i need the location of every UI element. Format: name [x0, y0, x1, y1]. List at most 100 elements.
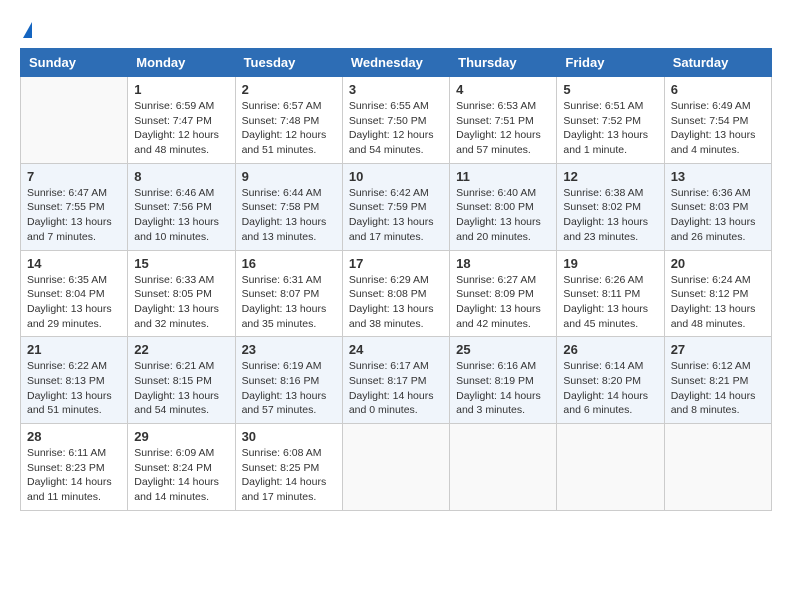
daylight: Daylight: 13 hours and 54 minutes.: [134, 390, 219, 417]
sunrise: Sunrise: 6:29 AM: [349, 274, 429, 286]
day-number: 17: [349, 256, 443, 271]
sunrise: Sunrise: 6:08 AM: [242, 447, 322, 459]
sunset: Sunset: 8:09 PM: [456, 288, 534, 300]
daylight: Daylight: 14 hours and 11 minutes.: [27, 476, 112, 503]
day-number: 13: [671, 169, 765, 184]
sunrise: Sunrise: 6:24 AM: [671, 274, 751, 286]
day-info: Sunrise: 6:31 AM Sunset: 8:07 PM Daylight:…: [242, 273, 336, 332]
daylight: Daylight: 13 hours and 17 minutes.: [349, 216, 434, 243]
sunrise: Sunrise: 6:55 AM: [349, 100, 429, 112]
day-info: Sunrise: 6:40 AMSunset: 8:00 PMDaylight:…: [456, 186, 550, 245]
sunrise: Sunrise: 6:59 AM: [134, 100, 214, 112]
daylight: Daylight: 13 hours and 13 minutes.: [242, 216, 327, 243]
sunset: Sunset: 7:56 PM: [134, 201, 212, 213]
daylight: Daylight: 13 hours and 23 minutes.: [563, 216, 648, 243]
sunrise: Sunrise: 6:14 AM: [563, 360, 643, 372]
calendar-cell: [342, 424, 449, 511]
calendar-cell: 5Sunrise: 6:51 AMSunset: 7:52 PMDaylight…: [557, 77, 664, 164]
sunrise: Sunrise: 6:53 AM: [456, 100, 536, 112]
daylight: Daylight: 13 hours and 29 minutes.: [27, 303, 112, 330]
day-info: Sunrise: 6:35 AMSunset: 8:04 PMDaylight:…: [27, 273, 121, 332]
day-info: Sunrise: 6:42 AMSunset: 7:59 PMDaylight:…: [349, 186, 443, 245]
sunset: Sunset: 8:00 PM: [456, 201, 534, 213]
day-info: Sunrise: 6:49 AMSunset: 7:54 PMDaylight:…: [671, 99, 765, 158]
sunrise: Sunrise: 6:51 AM: [563, 100, 643, 112]
calendar-header-tuesday: Tuesday: [235, 49, 342, 77]
day-info: Sunrise: 6:27 AMSunset: 8:09 PMDaylight:…: [456, 273, 550, 332]
calendar-cell: 6 Sunrise: 6:49 AMSunset: 7:54 PMDaylight…: [664, 77, 771, 164]
day-info: Sunrise: 6:21 AMSunset: 8:15 PMDaylight:…: [134, 359, 228, 418]
sunset: Sunset: 7:58 PM: [242, 201, 320, 213]
daylight: Daylight: 14 hours and 14 minutes.: [134, 476, 219, 503]
calendar-cell: 24 Sunrise: 6:17 AM Sunset: 8:17 PM Dayligh…: [342, 337, 449, 424]
daylight: Daylight: 14 hours and 0 minutes.: [349, 390, 434, 417]
sunrise: Sunrise: 6:17 AM: [349, 360, 429, 372]
sunset: Sunset: 8:03 PM: [671, 201, 749, 213]
sunrise: Sunrise: 6:16 AM: [456, 360, 536, 372]
day-info: Sunrise: 6:59 AMSunset: 7:47 PMDaylight:…: [134, 99, 228, 158]
day-number: 25: [456, 342, 550, 357]
day-info: Sunrise: 6:14 AMSunset: 8:20 PMDaylight:…: [563, 359, 657, 418]
daylight: Daylight: 12 hours and 48 minutes.: [134, 129, 219, 156]
calendar-cell: 30Sunrise: 6:08 AMSunset: 8:25 PMDayligh…: [235, 424, 342, 511]
day-number: 27: [671, 342, 765, 357]
day-info: Sunrise: 6:26 AMSunset: 8:11 PMDaylight:…: [563, 273, 657, 332]
calendar-cell: [664, 424, 771, 511]
sunset: Sunset: 8:16 PM: [242, 375, 320, 387]
calendar-cell: 12Sunrise: 6:38 AMSunset: 8:02 PMDayligh…: [557, 163, 664, 250]
calendar-week-row: 1Sunrise: 6:59 AMSunset: 7:47 PMDaylight…: [21, 77, 772, 164]
day-number: 18: [456, 256, 550, 271]
daylight: Daylight: 13 hours and 1 minute.: [563, 129, 648, 156]
sunset: Sunset: 8:24 PM: [134, 462, 212, 474]
calendar-cell: 1Sunrise: 6:59 AMSunset: 7:47 PMDaylight…: [128, 77, 235, 164]
day-number: 23: [242, 342, 336, 357]
sunrise: Sunrise: 6:31 AM: [242, 274, 322, 286]
calendar-cell: 8Sunrise: 6:46 AMSunset: 7:56 PMDaylight…: [128, 163, 235, 250]
sunrise: Sunrise: 6:57 AM: [242, 100, 322, 112]
day-number: 26: [563, 342, 657, 357]
day-number: 9: [242, 169, 336, 184]
calendar-cell: 29Sunrise: 6:09 AMSunset: 8:24 PMDayligh…: [128, 424, 235, 511]
sunset: Sunset: 8:07 PM: [242, 288, 320, 300]
daylight: Daylight: 13 hours and 38 minutes.: [349, 303, 434, 330]
day-number: 3: [349, 82, 443, 97]
calendar-header-friday: Friday: [557, 49, 664, 77]
calendar-cell: 11Sunrise: 6:40 AMSunset: 8:00 PMDayligh…: [450, 163, 557, 250]
daylight: Daylight: 14 hours and 8 minutes.: [671, 390, 756, 417]
calendar-cell: 14Sunrise: 6:35 AMSunset: 8:04 PMDayligh…: [21, 250, 128, 337]
calendar-cell: 17Sunrise: 6:29 AMSunset: 8:08 PMDayligh…: [342, 250, 449, 337]
day-number: 10: [349, 169, 443, 184]
day-number: 29: [134, 429, 228, 444]
calendar-cell: 26 Sunrise: 6:14 AMSunset: 8:20 PMDayligh…: [557, 337, 664, 424]
day-info: Sunrise: 6:16 AMSunset: 8:19 PMDaylight:…: [456, 359, 550, 418]
sunset: Sunset: 8:23 PM: [27, 462, 105, 474]
day-number: 6: [671, 82, 765, 97]
sunset: Sunset: 7:54 PM: [671, 115, 749, 127]
calendar-cell: 13Sunrise: 6:36 AMSunset: 8:03 PMDayligh…: [664, 163, 771, 250]
day-number: 28: [27, 429, 121, 444]
calendar-cell: [21, 77, 128, 164]
day-number: 21: [27, 342, 121, 357]
sunrise: Sunrise: 6:26 AM: [563, 274, 643, 286]
sunset: Sunset: 8:13 PM: [27, 375, 105, 387]
day-info: Sunrise: 6:17 AM Sunset: 8:17 PM Daylight:…: [349, 359, 443, 418]
calendar-cell: 9Sunrise: 6:44 AMSunset: 7:58 PMDaylight…: [235, 163, 342, 250]
sunrise: Sunrise: 6:33 AM: [134, 274, 214, 286]
calendar-week-row: 28Sunrise: 6:11 AMSunset: 8:23 PMDayligh…: [21, 424, 772, 511]
sunset: Sunset: 8:17 PM: [349, 375, 427, 387]
calendar-cell: [450, 424, 557, 511]
daylight: Daylight: 13 hours and 57 minutes.: [242, 390, 327, 417]
calendar-cell: 10 Sunrise: 6:42 AMSunset: 7:59 PMDayligh…: [342, 163, 449, 250]
sunset: Sunset: 8:05 PM: [134, 288, 212, 300]
sunset: Sunset: 8:02 PM: [563, 201, 641, 213]
day-info: Sunrise: 6:12 AMSunset: 8:21 PMDaylight:…: [671, 359, 765, 418]
sunrise: Sunrise: 6:46 AM: [134, 187, 214, 199]
daylight: Daylight: 13 hours and 35 minutes.: [242, 303, 327, 330]
calendar-table: SundayMondayTuesdayWednesdayThursdayFrid…: [20, 48, 772, 511]
daylight: Daylight: 12 hours and 51 minutes.: [242, 129, 327, 156]
daylight: Daylight: 13 hours and 10 minutes.: [134, 216, 219, 243]
daylight: Daylight: 13 hours and 32 minutes.: [134, 303, 219, 330]
daylight: Daylight: 13 hours and 42 minutes.: [456, 303, 541, 330]
sunset: Sunset: 7:55 PM: [27, 201, 105, 213]
day-number: 24: [349, 342, 443, 357]
